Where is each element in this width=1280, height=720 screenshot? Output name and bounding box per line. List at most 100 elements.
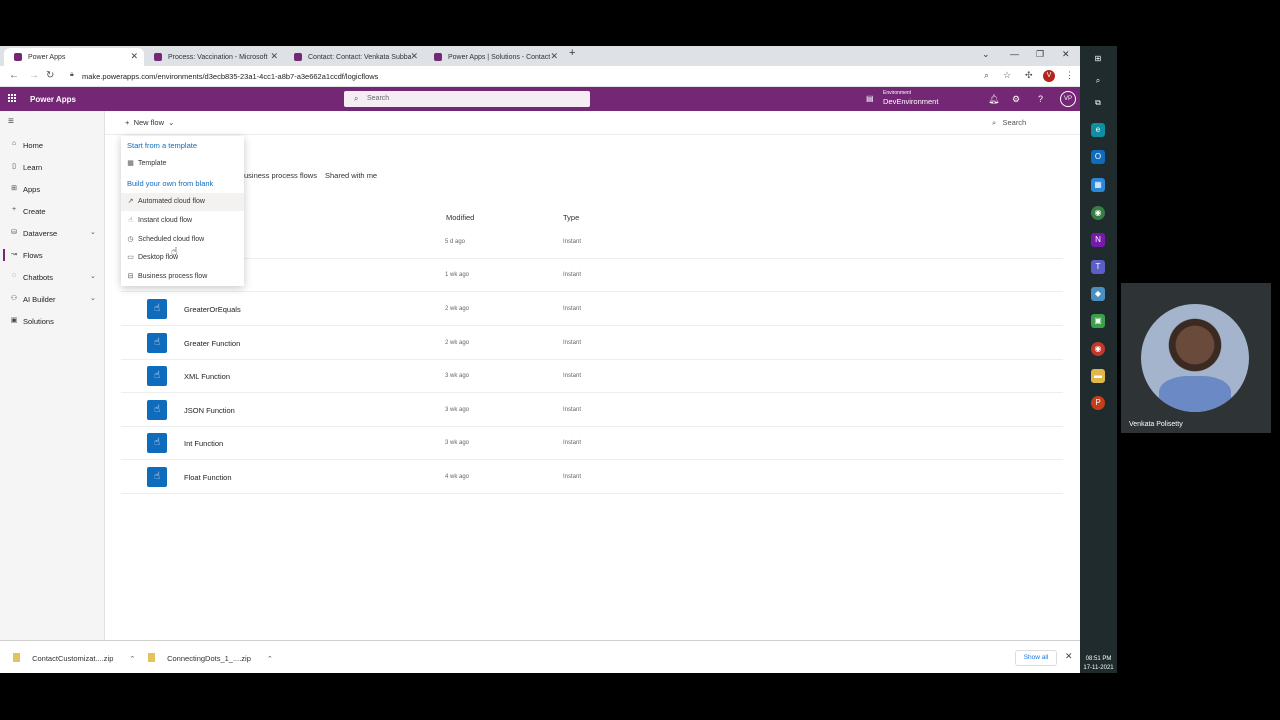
close-tab-icon[interactable]: ✕	[550, 51, 558, 62]
browser-tab-power-apps[interactable]: Power Apps ✕	[4, 48, 144, 66]
close-window-icon[interactable]: ✕	[1062, 49, 1070, 60]
user-avatar[interactable]: VP	[1060, 91, 1076, 107]
windows-start-icon[interactable]: ⊞	[1091, 52, 1105, 66]
browser-menu-icon[interactable]: ⋮	[1065, 70, 1074, 81]
column-header-type[interactable]: Type	[563, 213, 579, 222]
show-all-button[interactable]: Show all	[1015, 650, 1057, 666]
forward-icon[interactable]: →	[29, 70, 39, 81]
close-icon[interactable]: ✕	[1065, 651, 1073, 662]
flow-name[interactable]: JSON Function	[184, 406, 235, 415]
menu-item-instant-cloud-flow[interactable]: ☝︎ Instant cloud flow	[121, 212, 244, 230]
reload-icon[interactable]: ↻	[46, 70, 54, 81]
help-icon[interactable]: ?	[1038, 94, 1043, 104]
download-item[interactable]: ContactCustomizat....zip ⌃	[13, 653, 135, 663]
table-row[interactable]: ☝︎ Float Function 4 wk ago Instant	[121, 461, 1063, 494]
browser-tab-solutions[interactable]: Power Apps | Solutions - Contact ✕	[424, 48, 564, 66]
nav-item-flows[interactable]: ↝ Flows	[0, 245, 104, 265]
column-header-modified[interactable]: Modified	[446, 213, 474, 222]
zip-file-icon	[148, 653, 155, 662]
bookmark-star-icon[interactable]: ☆	[1003, 70, 1011, 81]
chrome-profile-icon[interactable]: ◉	[1091, 342, 1105, 356]
nav-item-create[interactable]: + Create	[0, 201, 104, 221]
chevron-down-icon[interactable]: ⌄	[90, 228, 96, 236]
menu-item-template[interactable]: ▦ Template	[121, 155, 244, 173]
tab-shared-with-me[interactable]: Shared with me	[325, 171, 377, 180]
menu-item-scheduled-cloud-flow[interactable]: ◷ Scheduled cloud flow	[121, 231, 244, 249]
back-icon[interactable]: ←	[9, 70, 19, 81]
browser-tab-contact[interactable]: Contact: Contact: Venkata Subba ✕	[284, 48, 424, 66]
file-explorer-icon[interactable]: ▬	[1091, 369, 1105, 383]
left-navigation: ≡ ⌂ Home ▯ Learn ⊞ Apps + Create ⛁ Datav…	[0, 111, 105, 641]
task-view-icon[interactable]: ⧉	[1091, 96, 1105, 110]
new-tab-icon[interactable]: +	[569, 47, 575, 59]
global-search-input[interactable]: ⌕ Search	[344, 91, 590, 107]
presenter-name: Venkata Polisetty	[1129, 421, 1183, 428]
powerpoint-icon[interactable]: P	[1091, 396, 1105, 410]
flows-search-box[interactable]: ⌕ Search	[992, 118, 1026, 128]
nav-item-apps[interactable]: ⊞ Apps	[0, 179, 104, 199]
chevron-down-icon[interactable]: ⌄	[90, 294, 96, 302]
environment-icon[interactable]: ▤	[866, 94, 874, 103]
new-flow-button[interactable]: + New flow ⌄	[125, 118, 174, 127]
hamburger-menu-icon[interactable]: ≡	[8, 116, 14, 127]
table-row[interactable]: ☝︎ 1 wk ago Instant	[121, 259, 1063, 292]
app-icon[interactable]: ◆	[1091, 287, 1105, 301]
nav-item-solutions[interactable]: ▣ Solutions	[0, 311, 104, 331]
close-tab-icon[interactable]: ✕	[270, 51, 278, 62]
table-row[interactable]: ☝︎ JSON Function 3 wk ago Instant	[121, 394, 1063, 427]
flow-name[interactable]: Greater Function	[184, 339, 240, 348]
lock-icon[interactable]: 🔒︎	[70, 71, 74, 79]
menu-item-business-process-flow[interactable]: ⊟ Business process flow	[121, 268, 244, 286]
outlook-icon[interactable]: O	[1091, 150, 1105, 164]
flow-name[interactable]: XML Function	[184, 372, 230, 381]
chevron-down-icon[interactable]: ⌄	[90, 272, 96, 280]
profile-avatar[interactable]: V	[1043, 70, 1055, 82]
flow-name[interactable]: GreaterOrEquals	[184, 305, 241, 314]
teams-icon[interactable]: T	[1091, 260, 1105, 274]
whiteboard-icon[interactable]: ▣	[1091, 314, 1105, 328]
onenote-icon[interactable]: N	[1091, 233, 1105, 247]
app-launcher-icon[interactable]	[8, 94, 17, 103]
menu-item-label: Scheduled cloud flow	[138, 236, 205, 243]
minimize-icon[interactable]: —	[1010, 49, 1019, 59]
store-icon[interactable]: ▦	[1091, 178, 1105, 192]
tab-search-icon[interactable]: ⌄	[982, 49, 990, 60]
extensions-icon[interactable]: ✣	[1025, 70, 1033, 81]
environment-name[interactable]: DevEnvironment	[883, 97, 938, 106]
system-clock[interactable]: 08:51 PM 17-11-2021	[1080, 655, 1117, 673]
nav-item-learn[interactable]: ▯ Learn	[0, 157, 104, 177]
table-row[interactable]: ☝︎ Int Function 3 wk ago Instant	[121, 427, 1063, 460]
app-title[interactable]: Power Apps	[30, 95, 76, 104]
zoom-icon[interactable]: ⌕	[984, 70, 989, 81]
tab-business-process-flows[interactable]: usiness process flows	[244, 171, 317, 180]
chrome-icon[interactable]: ◉	[1091, 206, 1105, 220]
chevron-up-icon[interactable]: ⌃	[129, 656, 135, 663]
restore-icon[interactable]: ❐	[1036, 49, 1044, 60]
table-row[interactable]: 5 d ago Instant	[121, 226, 1063, 259]
table-row[interactable]: ☝︎ GreaterOrEquals 2 wk ago Instant	[121, 293, 1063, 326]
table-row[interactable]: ☝︎ Greater Function 2 wk ago Instant	[121, 327, 1063, 360]
menu-item-automated-cloud-flow[interactable]: ↗ Automated cloud flow	[121, 193, 244, 211]
nav-item-dataverse[interactable]: ⛁ Dataverse ⌄	[0, 223, 104, 243]
nav-item-ai-builder[interactable]: ⚇ AI Builder ⌄	[0, 289, 104, 309]
close-tab-icon[interactable]: ✕	[130, 51, 138, 62]
chevron-up-icon[interactable]: ⌃	[267, 656, 273, 663]
clock-time: 08:51 PM	[1085, 656, 1112, 662]
edge-icon[interactable]: e	[1091, 123, 1105, 137]
tab-label: Power Apps	[28, 53, 66, 61]
url-field[interactable]: make.powerapps.com/environments/d3ecb835…	[82, 72, 378, 81]
flow-name[interactable]: Int Function	[184, 439, 223, 448]
menu-item-desktop-flow[interactable]: ▭ Desktop flow	[121, 249, 244, 267]
nav-item-chatbots[interactable]: ◌ Chatbots ⌄	[0, 267, 104, 287]
nav-item-home[interactable]: ⌂ Home	[0, 135, 104, 155]
table-row[interactable]: ☝︎ XML Function 3 wk ago Instant	[121, 360, 1063, 393]
browser-tab-process[interactable]: Process: Vaccination - Microsoft ✕	[144, 48, 284, 66]
close-tab-icon[interactable]: ✕	[410, 51, 418, 62]
nav-label: Flows	[23, 251, 43, 260]
search-icon[interactable]: ⌕	[1091, 74, 1105, 88]
settings-gear-icon[interactable]: ⚙	[1012, 94, 1020, 105]
flow-name[interactable]: Float Function	[184, 473, 232, 482]
flow-type: Instant	[563, 373, 582, 379]
notifications-bell-icon[interactable]: 🔔︎	[988, 94, 999, 105]
download-item[interactable]: ConnectingDots_1_....zip ⌃	[148, 653, 273, 663]
